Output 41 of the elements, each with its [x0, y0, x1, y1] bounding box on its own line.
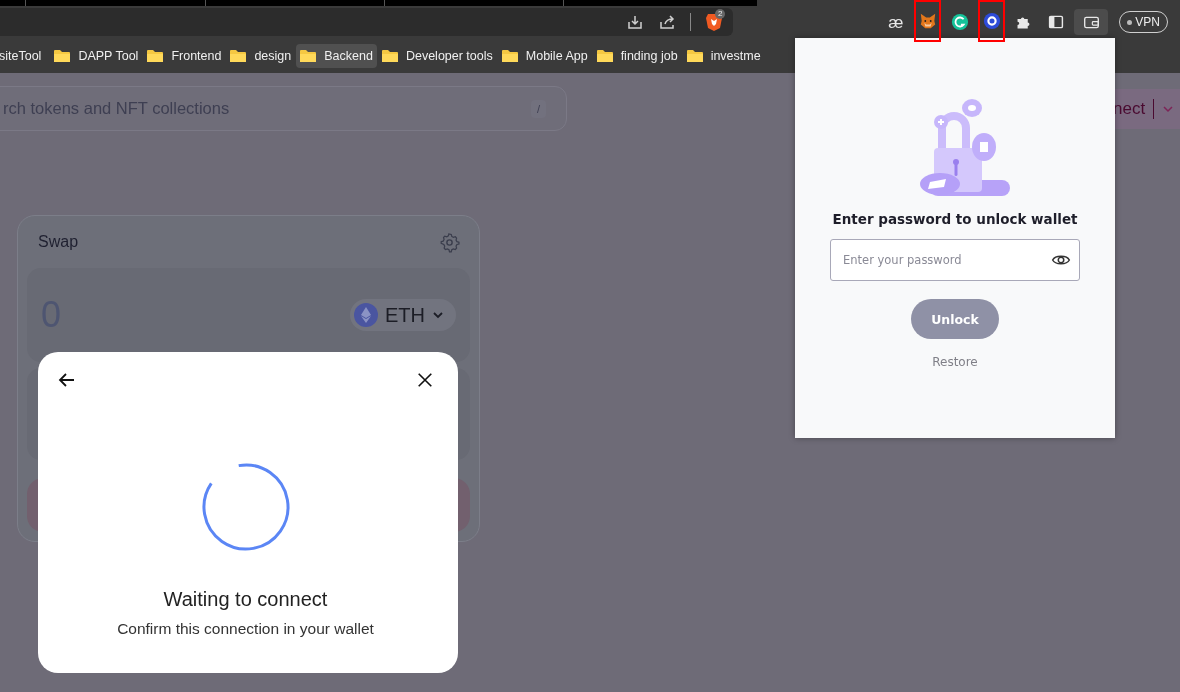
extension-button[interactable]: æ [882, 9, 910, 35]
folder-icon [596, 48, 613, 63]
chevron-down-icon [432, 309, 444, 321]
ethereum-icon [354, 303, 378, 327]
extension-button[interactable] [914, 0, 942, 42]
letter-g-circle-icon [950, 13, 969, 31]
unlock-title: Enter password to unlock wallet [832, 211, 1078, 227]
bookmark[interactable]: DAPP Tool [50, 43, 143, 68]
bookmark[interactable]: Mobile App [497, 43, 592, 68]
folder-icon [686, 48, 703, 63]
folder-icon [300, 48, 317, 63]
share-icon[interactable] [658, 13, 676, 31]
bookmark[interactable]: Frontend [143, 43, 226, 68]
extension-button[interactable] [1074, 9, 1109, 35]
notification-count: 2 [715, 9, 726, 19]
bookmark[interactable]: Developer tools [377, 43, 497, 68]
download-icon[interactable] [626, 13, 644, 31]
restore-link[interactable]: Restore [932, 355, 978, 369]
folder-icon [147, 48, 164, 63]
bookmark[interactable]: design [226, 43, 296, 68]
bookmark[interactable]: finding job [592, 43, 682, 68]
shortcut-key: / [530, 99, 546, 118]
folder-icon [501, 48, 518, 63]
token-selector[interactable]: ETH [350, 299, 456, 331]
lion-shield-icon[interactable] [705, 12, 723, 32]
dialog-title: Waiting to connect [163, 588, 328, 611]
folder-icon [230, 48, 247, 63]
password-field[interactable]: Enter your password [830, 239, 1080, 281]
card-title: Swap [38, 233, 79, 251]
sidebar-icon [1047, 14, 1064, 30]
dialog-message: Confirm this connection in your wallet [117, 620, 374, 638]
close-icon[interactable] [416, 371, 434, 389]
bookmark[interactable]: Backend [296, 43, 377, 68]
ring-icon [982, 12, 1001, 30]
folder-icon [54, 48, 71, 63]
folder-icon [381, 48, 398, 63]
bookmark[interactable]: siteTool [0, 43, 46, 68]
fox-icon [918, 12, 937, 30]
password-input[interactable]: Enter your password [841, 252, 1051, 268]
address-bar[interactable]: 2 [0, 8, 733, 36]
bookmark[interactable]: investme [682, 43, 765, 68]
